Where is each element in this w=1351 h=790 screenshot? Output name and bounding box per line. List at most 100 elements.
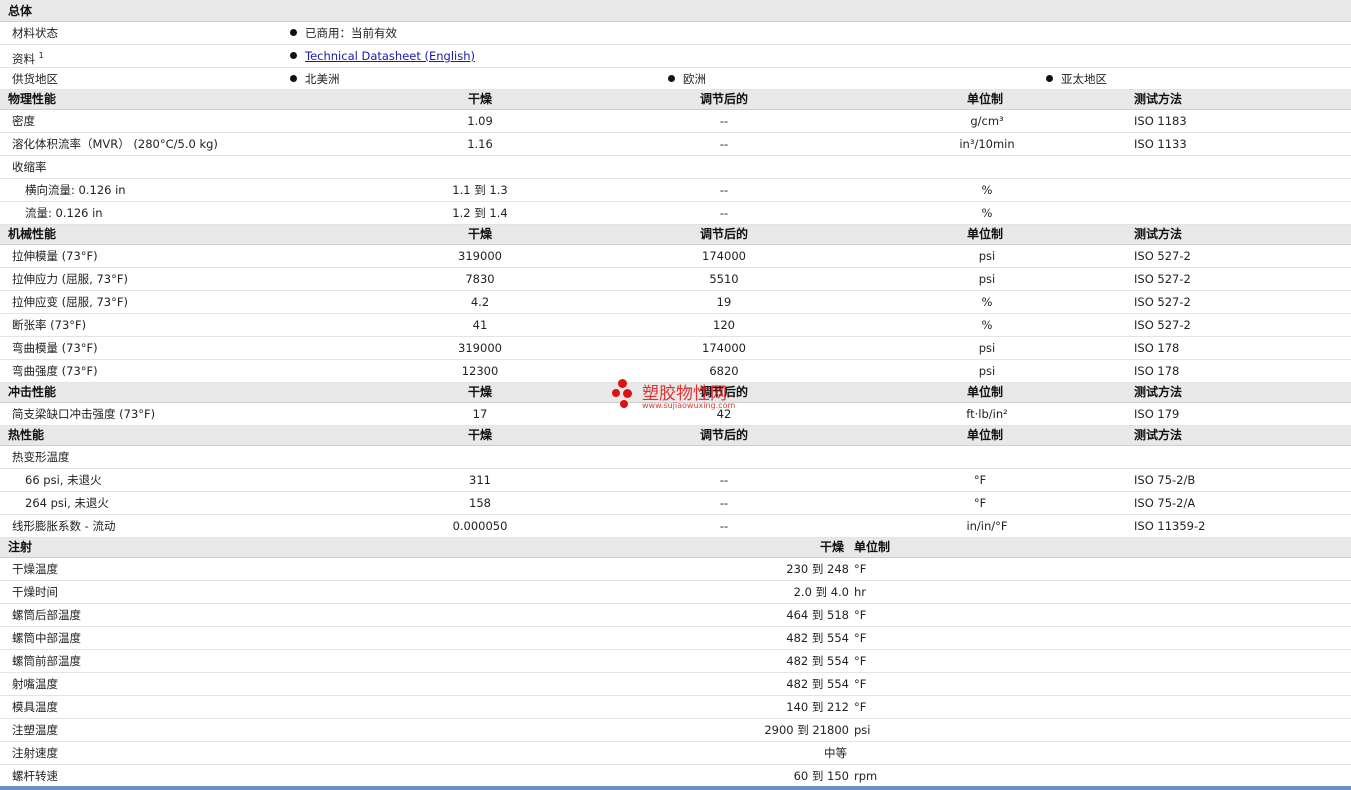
- unit-value: °F: [973, 496, 987, 510]
- test-method-value: ISO 179: [1134, 407, 1180, 421]
- table-row: 螺筒后部温度 464 到 518 °F: [0, 604, 1351, 627]
- process-parameter-value: 60 到 150: [793, 769, 849, 783]
- table-row: 干燥温度 230 到 248 °F: [0, 558, 1351, 581]
- col-header-test-method: 测试方法: [1134, 428, 1183, 442]
- table-row: 拉伸应变 (屈服, 73°F) 4.2 19 % ISO 527-2: [0, 291, 1351, 314]
- table-row: 收缩率: [0, 156, 1351, 179]
- test-method-value: ISO 527-2: [1134, 272, 1191, 286]
- process-parameter-name: 射嘴温度: [12, 677, 58, 691]
- process-parameter-value: 2.0 到 4.0: [793, 585, 849, 599]
- dry-value: 12300: [461, 364, 499, 378]
- process-parameter-value: 464 到 518: [786, 608, 849, 622]
- dry-value: 17: [472, 407, 488, 421]
- process-parameter-unit: °F: [854, 608, 867, 622]
- property-name: 热变形温度: [12, 450, 70, 464]
- bottom-edge-bar: [0, 786, 1351, 790]
- test-method-value: ISO 75-2/B: [1134, 473, 1196, 487]
- table-row: 拉伸模量 (73°F) 319000 174000 psi ISO 527-2: [0, 245, 1351, 268]
- dry-value: 1.1 到 1.3: [452, 183, 508, 197]
- documents-footnote: 1: [38, 51, 44, 60]
- bullet-icon: [290, 29, 297, 36]
- dry-value: 319000: [458, 249, 502, 263]
- conditioned-value: --: [719, 114, 729, 128]
- test-method-value: ISO 1183: [1134, 114, 1187, 128]
- col-header-conditioned: 调节后的: [699, 428, 749, 442]
- col-header-unit: 单位制: [966, 227, 1004, 241]
- conditioned-value: 120: [713, 318, 735, 332]
- conditioned-value: 174000: [702, 341, 746, 355]
- col-header-dry: 干燥: [467, 92, 493, 106]
- col-header-conditioned: 调节后的: [699, 92, 749, 106]
- test-method-value: ISO 11359-2: [1134, 519, 1206, 533]
- col-header-unit: 单位制: [854, 540, 891, 554]
- col-header-dry: 干燥: [467, 385, 493, 399]
- dry-value: 7830: [465, 272, 495, 286]
- table-row: 264 psi, 未退火 158 -- °F ISO 75-2/A: [0, 492, 1351, 515]
- regions-row: 供货地区 北美洲 欧洲 亚太地区: [0, 68, 1351, 90]
- process-parameter-unit: hr: [854, 585, 867, 599]
- table-row: 模具温度 140 到 212 °F: [0, 696, 1351, 719]
- col-header-dry: 干燥: [467, 428, 493, 442]
- conditioned-value: --: [719, 496, 729, 510]
- dry-value: 311: [469, 473, 491, 487]
- dry-value: 41: [472, 318, 488, 332]
- region-north-america: 北美洲: [305, 72, 340, 86]
- unit-value: g/cm³: [970, 114, 1004, 128]
- technical-datasheet-link[interactable]: Technical Datasheet (English): [305, 45, 475, 67]
- conditioned-value: 42: [716, 407, 732, 421]
- bullet-icon: [290, 75, 297, 82]
- section-title: 总体: [8, 4, 33, 18]
- property-name: 弯曲模量 (73°F): [12, 341, 98, 355]
- test-method-value: ISO 178: [1134, 341, 1180, 355]
- unit-value: °F: [973, 473, 987, 487]
- section-header-general: 总体: [0, 0, 1351, 22]
- table-row: 弯曲强度 (73°F) 12300 6820 psi ISO 178: [0, 360, 1351, 383]
- test-method-value: ISO 527-2: [1134, 295, 1191, 309]
- table-row: 线形膨胀系数 - 流动 0.000050 -- in/in/°F ISO 113…: [0, 515, 1351, 538]
- property-name: 弯曲强度 (73°F): [12, 364, 98, 378]
- regions-label: 供货地区: [12, 72, 58, 86]
- conditioned-value: 6820: [709, 364, 739, 378]
- property-name: 收缩率: [12, 160, 47, 174]
- col-header-unit: 单位制: [966, 385, 1004, 399]
- section-header-injection: 注射 干燥 单位制: [0, 538, 1351, 558]
- process-parameter-value: 140 到 212: [786, 700, 849, 714]
- unit-value: psi: [978, 272, 996, 286]
- col-header-unit: 单位制: [966, 428, 1004, 442]
- process-parameter-value: 482 到 554: [786, 654, 849, 668]
- table-row: 密度 1.09 -- g/cm³ ISO 1183: [0, 110, 1351, 133]
- property-name: 简支梁缺口冲击强度 (73°F): [12, 407, 156, 421]
- dry-value: 1.2 到 1.4: [452, 206, 508, 220]
- process-parameter-unit: °F: [854, 700, 867, 714]
- process-parameter-value: 482 到 554: [786, 631, 849, 645]
- table-row: 溶化体积流率（MVR） (280°C/5.0 kg) 1.16 -- in³/1…: [0, 133, 1351, 156]
- conditioned-value: 5510: [709, 272, 739, 286]
- unit-value: %: [981, 206, 993, 220]
- table-row: 断张率 (73°F) 41 120 % ISO 527-2: [0, 314, 1351, 337]
- conditioned-value: 174000: [702, 249, 746, 263]
- col-header-unit: 单位制: [966, 92, 1004, 106]
- bullet-icon: [290, 52, 297, 59]
- bullet-icon: [1046, 75, 1053, 82]
- conditioned-value: --: [719, 473, 729, 487]
- col-header-test-method: 测试方法: [1134, 385, 1183, 399]
- process-parameter-name: 螺筒后部温度: [12, 608, 81, 622]
- unit-value: in³/10min: [959, 137, 1015, 151]
- col-header-test-method: 测试方法: [1134, 227, 1183, 241]
- col-header-conditioned: 调节后的: [699, 385, 749, 399]
- process-parameter-value: 482 到 554: [786, 677, 849, 691]
- section-title: 注射: [8, 540, 33, 554]
- unit-value: %: [981, 295, 993, 309]
- process-parameter-unit: rpm: [854, 769, 878, 783]
- unit-value: psi: [978, 341, 996, 355]
- table-row: 热变形温度: [0, 446, 1351, 469]
- table-row: 横向流量: 0.126 in 1.1 到 1.3 -- %: [0, 179, 1351, 202]
- dry-value: 1.09: [467, 114, 493, 128]
- table-row: 干燥时间 2.0 到 4.0 hr: [0, 581, 1351, 604]
- process-parameter-name: 注射速度: [12, 746, 58, 760]
- dry-value: 319000: [458, 341, 502, 355]
- unit-value: %: [981, 318, 993, 332]
- process-parameter-unit: °F: [854, 677, 867, 691]
- property-name: 断张率 (73°F): [12, 318, 87, 332]
- region-asia-pacific: 亚太地区: [1061, 72, 1107, 86]
